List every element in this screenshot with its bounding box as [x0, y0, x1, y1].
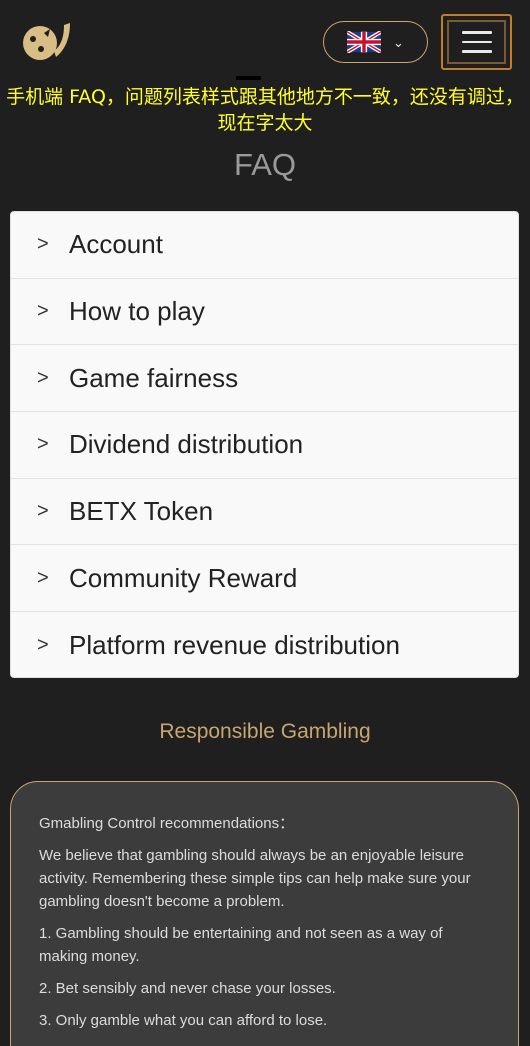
hamburger-icon: [461, 50, 492, 53]
faq-item-label: Game fairness: [69, 362, 239, 393]
tip-item: 2. Bet sensibly and never chase your los…: [39, 980, 336, 997]
chevron-right-icon: >: [37, 233, 49, 256]
faq-item-label: BETX Token: [69, 496, 214, 527]
panel-heading: Gmabling Control recommendations：: [39, 815, 295, 832]
responsible-gambling-panel: Gmabling Control recommendations： We bel…: [10, 781, 519, 1046]
faq-list: > Account > How to play > Game fairness …: [10, 211, 519, 678]
faq-item-label: Dividend distribution: [69, 429, 304, 460]
faq-item-label: Platform revenue distribution: [69, 629, 400, 660]
tip-item: 3. Only gamble what you can afford to lo…: [39, 1012, 328, 1029]
chevron-right-icon: >: [37, 433, 49, 456]
logo-icon[interactable]: [20, 19, 72, 63]
faq-item-account[interactable]: > Account: [11, 212, 518, 279]
page-title: FAQ: [233, 147, 296, 182]
faq-item-label: Community Reward: [69, 562, 298, 593]
annotation-marker: [236, 76, 261, 80]
page: ⌄ 手机端 FAQ，问题列表样式跟其他地方不一致，还没有调过，现在字太大 FAQ…: [0, 0, 530, 1046]
hamburger-icon: [461, 40, 492, 44]
tip-item: 1. Gambling should be entertaining and n…: [39, 925, 443, 965]
annotation-note: 手机端 FAQ，问题列表样式跟其他地方不一致，还没有调过，现在字太大: [6, 86, 524, 134]
faq-item-community-reward[interactable]: > Community Reward: [11, 545, 518, 613]
language-selector[interactable]: ⌄: [323, 21, 428, 63]
chevron-down-icon: ⌄: [393, 34, 404, 50]
hamburger-icon: [461, 31, 492, 34]
menu-button[interactable]: [441, 14, 512, 70]
faq-item-label: How to play: [69, 296, 205, 327]
chevron-right-icon: >: [37, 300, 49, 323]
chevron-right-icon: >: [37, 366, 49, 389]
faq-item-betx-token[interactable]: > BETX Token: [11, 479, 518, 546]
chevron-right-icon: >: [37, 500, 49, 523]
menu-button-inner: [447, 20, 506, 64]
panel-intro: We believe that gambling should always b…: [39, 847, 471, 910]
faq-item-game-fairness[interactable]: > Game fairness: [11, 345, 518, 413]
chevron-right-icon: >: [37, 566, 49, 589]
faq-item-dividend-distribution[interactable]: > Dividend distribution: [11, 412, 518, 479]
chevron-right-icon: >: [37, 633, 49, 656]
faq-item-label: Account: [69, 229, 163, 260]
faq-item-platform-revenue-distribution[interactable]: > Platform revenue distribution: [11, 612, 518, 677]
section-title: Responsible Gambling: [159, 720, 371, 743]
uk-flag-icon: [347, 31, 382, 53]
faq-item-how-to-play[interactable]: > How to play: [11, 279, 518, 346]
